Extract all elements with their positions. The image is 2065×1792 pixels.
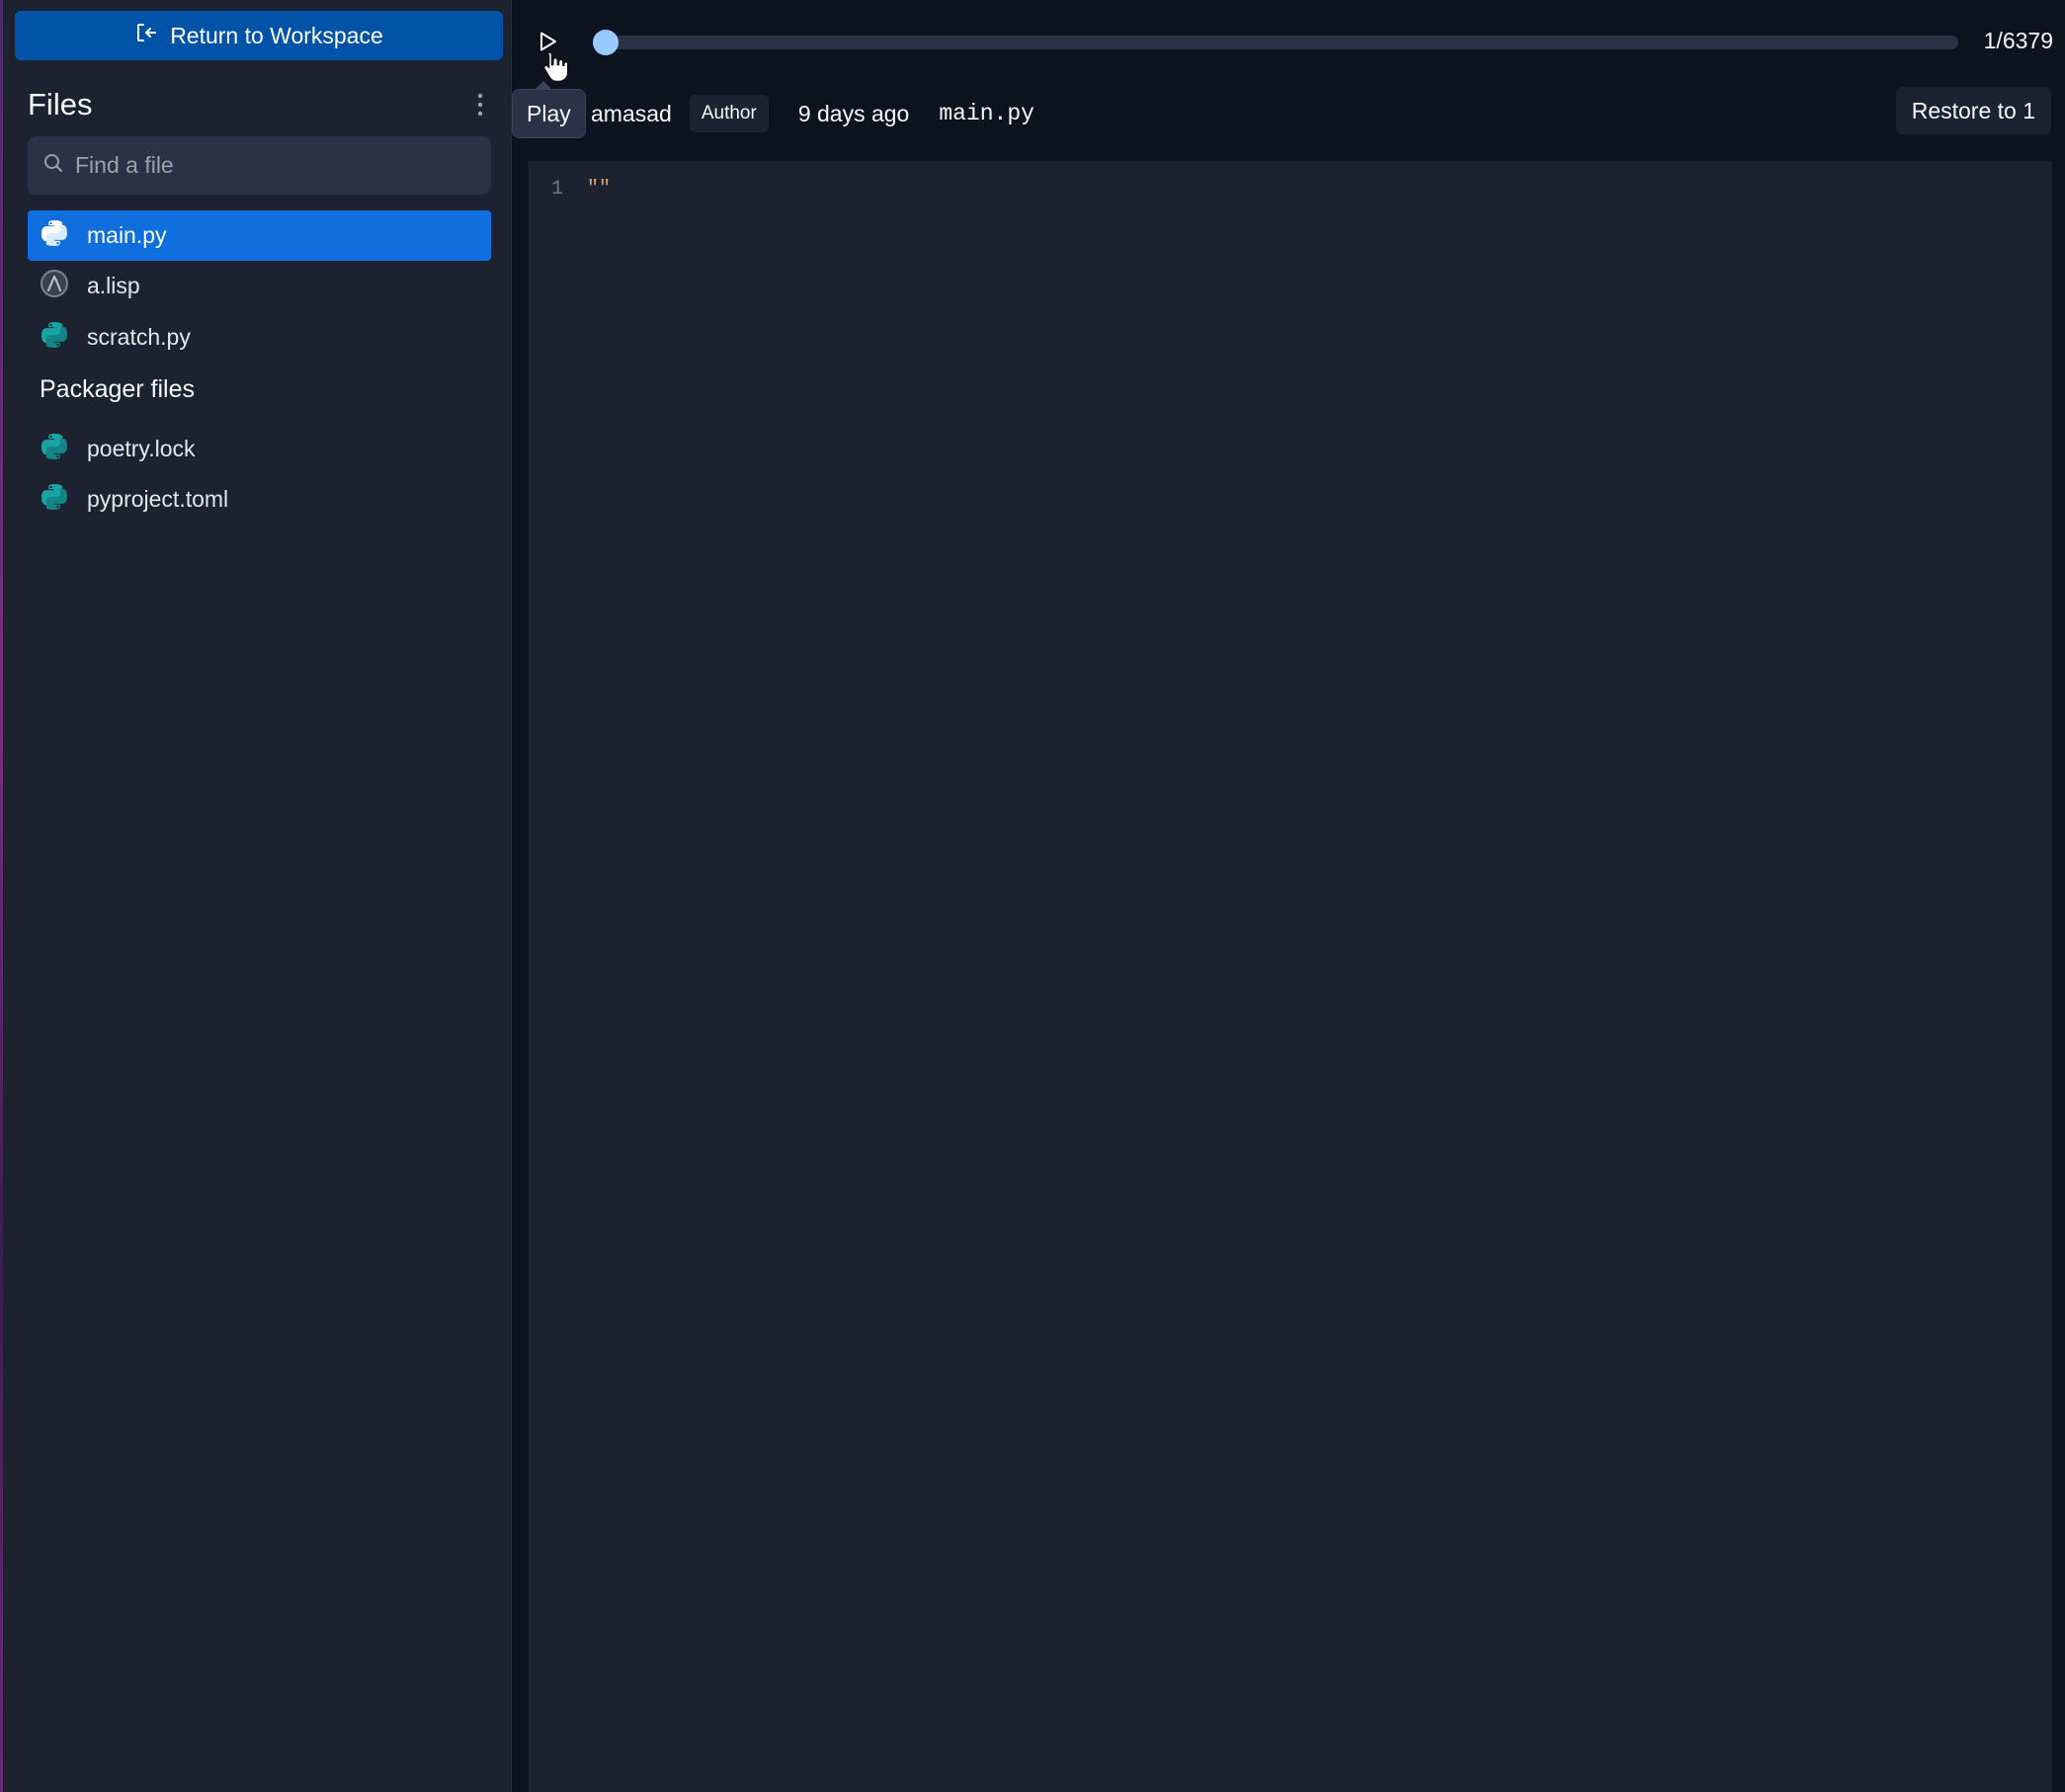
return-to-workspace-button[interactable]: Return to Workspace — [15, 11, 503, 60]
exit-icon — [134, 21, 158, 50]
search-icon — [41, 151, 65, 180]
file-search — [28, 136, 491, 195]
python-icon — [40, 482, 69, 518]
file-name: a.lisp — [87, 273, 140, 298]
python-icon — [40, 218, 69, 254]
history-toolbar — [514, 0, 2065, 158]
code-editor[interactable]: 1 "" — [529, 161, 2052, 1792]
version-meta: amasad Author 9 days ago main.py — [591, 93, 1034, 134]
version-timestamp: 9 days ago — [797, 100, 910, 126]
file-item-main-py[interactable]: main.py — [28, 210, 491, 261]
more-options-icon[interactable] — [468, 89, 492, 121]
restore-button[interactable]: Restore to 1 — [1895, 87, 2051, 134]
lisp-icon — [40, 269, 69, 304]
author-badge: Author — [689, 95, 769, 132]
search-input[interactable] — [75, 152, 470, 179]
pointer-hand-cursor-icon — [541, 49, 571, 83]
file-name: poetry.lock — [87, 436, 196, 461]
file-sidebar: Return to Workspace Files main.py — [3, 0, 512, 1792]
file-item-pyproject-toml[interactable]: pyproject.toml — [28, 474, 491, 525]
return-button-label: Return to Workspace — [170, 22, 383, 48]
step-counter: 1/6379 — [1983, 28, 2053, 53]
file-name: scratch.py — [87, 324, 191, 350]
line-code: "" — [587, 177, 612, 201]
python-icon — [40, 320, 69, 356]
code-line: 1 "" — [530, 171, 2052, 206]
files-title: Files — [28, 87, 93, 122]
history-timeline-slider[interactable] — [593, 30, 1958, 55]
timeline-thumb[interactable] — [593, 30, 619, 55]
author-name[interactable]: amasad — [591, 101, 672, 127]
python-icon — [40, 432, 69, 467]
file-name: pyproject.toml — [87, 486, 229, 512]
file-item-scratch-py[interactable]: scratch.py — [28, 312, 491, 363]
files-header: Files — [28, 85, 492, 124]
file-name: main.py — [87, 222, 167, 248]
play-tooltip: Play — [512, 81, 586, 138]
file-item-poetry-lock[interactable]: poetry.lock — [28, 424, 491, 474]
file-item-a-lisp[interactable]: a.lisp — [28, 261, 491, 311]
current-file-name: main.py — [939, 101, 1034, 126]
packager-files-title: Packager files — [40, 375, 196, 403]
line-number: 1 — [550, 177, 563, 201]
